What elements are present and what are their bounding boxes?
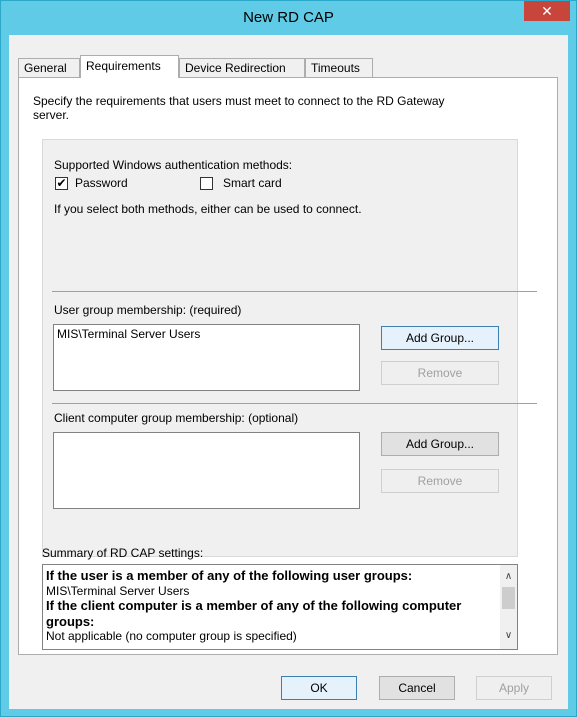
- smartcard-checkbox[interactable]: [200, 177, 213, 190]
- ok-button[interactable]: OK: [281, 676, 357, 700]
- password-label: Password: [75, 176, 128, 190]
- summary-scrollbar[interactable]: ∧ ∨: [500, 565, 517, 649]
- scroll-down-icon[interactable]: ∨: [500, 627, 517, 644]
- list-item[interactable]: MIS\Terminal Server Users: [57, 327, 200, 341]
- close-button[interactable]: ✕: [524, 1, 570, 21]
- remove-user-group-button[interactable]: Remove: [381, 361, 499, 385]
- password-checkbox[interactable]: ✔: [55, 177, 68, 190]
- summary-heading: Summary of RD CAP settings:: [42, 546, 204, 560]
- client-group-heading: Client computer group membership: (optio…: [54, 411, 299, 425]
- summary-box[interactable]: If the user is a member of any of the fo…: [42, 564, 518, 650]
- remove-client-group-button[interactable]: Remove: [381, 469, 499, 493]
- user-group-heading: User group membership: (required): [54, 303, 242, 317]
- summary-line: MIS\Terminal Server Users: [46, 584, 190, 598]
- intro-text: Specify the requirements that users must…: [33, 94, 445, 108]
- tab-device-redirection[interactable]: Device Redirection: [179, 58, 305, 77]
- apply-button[interactable]: Apply: [476, 676, 552, 700]
- intro-text-line2: server.: [33, 108, 70, 122]
- summary-line: If the client computer is a member of an…: [46, 598, 462, 613]
- scroll-up-icon[interactable]: ∧: [500, 568, 517, 585]
- requirements-panel: Specify the requirements that users must…: [18, 77, 558, 655]
- title-bar[interactable]: New RD CAP ✕: [1, 1, 576, 35]
- add-client-group-button[interactable]: Add Group...: [381, 432, 499, 456]
- user-group-listbox[interactable]: MIS\Terminal Server Users: [53, 324, 360, 391]
- checkmark-icon: ✔: [56, 176, 67, 190]
- scroll-thumb[interactable]: [502, 587, 515, 609]
- tab-general[interactable]: General: [18, 58, 80, 77]
- cancel-button[interactable]: Cancel: [379, 676, 455, 700]
- both-methods-note: If you select both methods, either can b…: [54, 202, 362, 216]
- divider: [52, 291, 537, 292]
- auth-methods-heading: Supported Windows authentication methods…: [54, 158, 293, 172]
- close-icon: ✕: [541, 3, 553, 19]
- add-user-group-button[interactable]: Add Group...: [381, 326, 499, 350]
- summary-line: If the user is a member of any of the fo…: [46, 568, 413, 583]
- requirements-group: Supported Windows authentication methods…: [42, 139, 537, 557]
- summary-line: groups:: [46, 614, 95, 629]
- divider: [52, 403, 537, 404]
- tab-requirements[interactable]: Requirements: [80, 55, 179, 78]
- window-title: New RD CAP: [243, 9, 334, 26]
- tab-timeouts[interactable]: Timeouts: [305, 58, 373, 77]
- smartcard-label: Smart card: [223, 176, 282, 190]
- summary-line: Not applicable (no computer group is spe…: [46, 629, 297, 643]
- client-group-listbox[interactable]: [53, 432, 360, 509]
